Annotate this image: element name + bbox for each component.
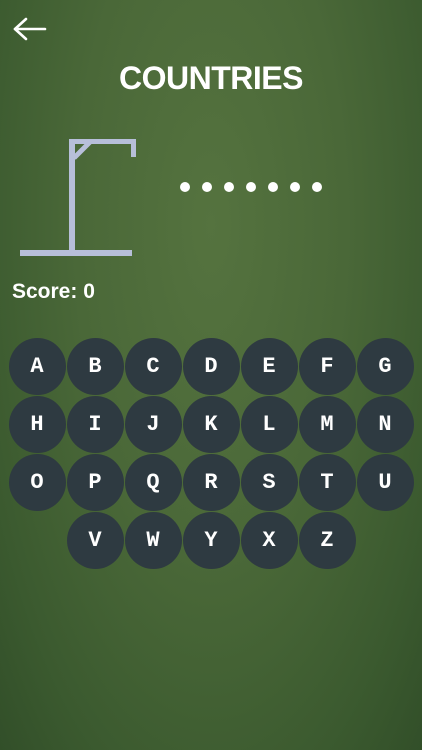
- letter-placeholder-dot: [246, 182, 256, 192]
- letter-key-s[interactable]: S: [240, 454, 298, 511]
- gallows-icon: [20, 139, 136, 256]
- hidden-word: [180, 178, 322, 196]
- category-title: COUNTRIES: [119, 60, 303, 96]
- letter-placeholder-dot: [202, 182, 212, 192]
- letter-key-d[interactable]: D: [182, 338, 240, 395]
- letter-placeholder-dot: [224, 182, 234, 192]
- letter-placeholder-dot: [268, 182, 278, 192]
- letter-key-f[interactable]: F: [298, 338, 356, 395]
- letter-key-b[interactable]: B: [66, 338, 124, 395]
- letter-key-y[interactable]: Y: [182, 512, 240, 569]
- score-label: Score: 0: [12, 280, 95, 303]
- letter-key-l[interactable]: L: [240, 396, 298, 453]
- letter-key-i[interactable]: I: [66, 396, 124, 453]
- back-arrow-icon[interactable]: [12, 14, 48, 44]
- letter-key-j[interactable]: J: [124, 396, 182, 453]
- letter-key-p[interactable]: P: [66, 454, 124, 511]
- keyboard-row: VWYXZ: [0, 512, 422, 569]
- letter-key-v[interactable]: V: [66, 512, 124, 569]
- letter-key-h[interactable]: H: [8, 396, 66, 453]
- letter-key-o[interactable]: O: [8, 454, 66, 511]
- letter-key-e[interactable]: E: [240, 338, 298, 395]
- letter-keyboard: ABCDEFGHIJKLMNOPQRSTUVWYXZ: [0, 338, 422, 570]
- keyboard-row: OPQRSTU: [0, 454, 422, 511]
- keyboard-row: HIJKLMN: [0, 396, 422, 453]
- letter-key-t[interactable]: T: [298, 454, 356, 511]
- letter-key-q[interactable]: Q: [124, 454, 182, 511]
- letter-key-k[interactable]: K: [182, 396, 240, 453]
- letter-key-a[interactable]: A: [8, 338, 66, 395]
- letter-key-c[interactable]: C: [124, 338, 182, 395]
- letter-key-n[interactable]: N: [356, 396, 414, 453]
- letter-key-w[interactable]: W: [124, 512, 182, 569]
- letter-placeholder-dot: [312, 182, 322, 192]
- letter-key-g[interactable]: G: [356, 338, 414, 395]
- letter-placeholder-dot: [290, 182, 300, 192]
- letter-key-r[interactable]: R: [182, 454, 240, 511]
- letter-key-m[interactable]: M: [298, 396, 356, 453]
- letter-key-z[interactable]: Z: [298, 512, 356, 569]
- keyboard-row: ABCDEFG: [0, 338, 422, 395]
- letter-key-u[interactable]: U: [356, 454, 414, 511]
- letter-key-x[interactable]: X: [240, 512, 298, 569]
- letter-placeholder-dot: [180, 182, 190, 192]
